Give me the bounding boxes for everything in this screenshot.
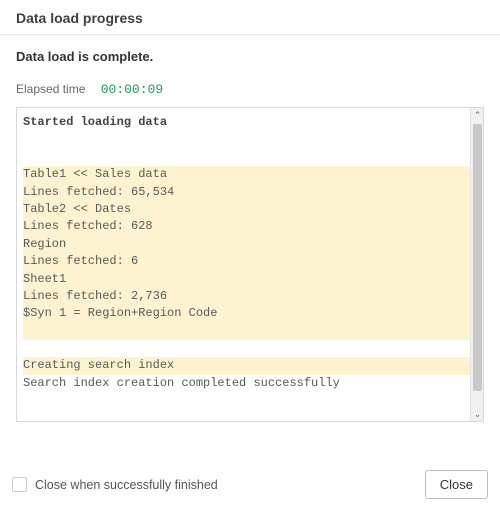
- log-line: Lines fetched: 6: [23, 253, 470, 270]
- log-content[interactable]: Started loading data Table1 << Sales dat…: [17, 108, 470, 421]
- log-line: Lines fetched: 628: [23, 218, 470, 235]
- log-line: [23, 392, 470, 409]
- checkbox-label: Close when successfully finished: [35, 478, 218, 492]
- log-line: [23, 410, 470, 421]
- log-line: [23, 340, 470, 357]
- elapsed-label: Elapsed time: [16, 82, 85, 96]
- dialog-title: Data load progress: [0, 0, 500, 35]
- log-line: [23, 149, 470, 166]
- log-line: Table1 << Sales data: [23, 166, 470, 183]
- status-message: Data load is complete.: [0, 35, 500, 68]
- scrollbar[interactable]: ⌃ ⌄: [470, 108, 483, 421]
- log-line: [23, 323, 470, 340]
- log-line: Table2 << Dates: [23, 201, 470, 218]
- log-line: Started loading data: [23, 114, 470, 131]
- close-when-finished-option[interactable]: Close when successfully finished: [12, 477, 218, 492]
- elapsed-value: 00:00:09: [101, 82, 163, 97]
- log-panel: Started loading data Table1 << Sales dat…: [16, 107, 484, 422]
- checkbox[interactable]: [12, 477, 27, 492]
- log-line: Lines fetched: 65,534: [23, 184, 470, 201]
- log-line: Region: [23, 236, 470, 253]
- log-line: Search index creation completed successf…: [23, 375, 470, 392]
- elapsed-row: Elapsed time 00:00:09: [0, 68, 500, 107]
- scroll-up-icon[interactable]: ⌃: [471, 108, 484, 122]
- scrollbar-thumb[interactable]: [473, 124, 482, 391]
- dialog-footer: Close when successfully finished Close: [0, 460, 500, 511]
- log-line: Creating search index: [23, 357, 470, 374]
- log-line: [23, 131, 470, 148]
- close-button[interactable]: Close: [425, 470, 488, 499]
- scroll-down-icon[interactable]: ⌄: [471, 407, 484, 421]
- log-line: $Syn 1 = Region+Region Code: [23, 305, 470, 322]
- log-line: Sheet1: [23, 271, 470, 288]
- log-line: Lines fetched: 2,736: [23, 288, 470, 305]
